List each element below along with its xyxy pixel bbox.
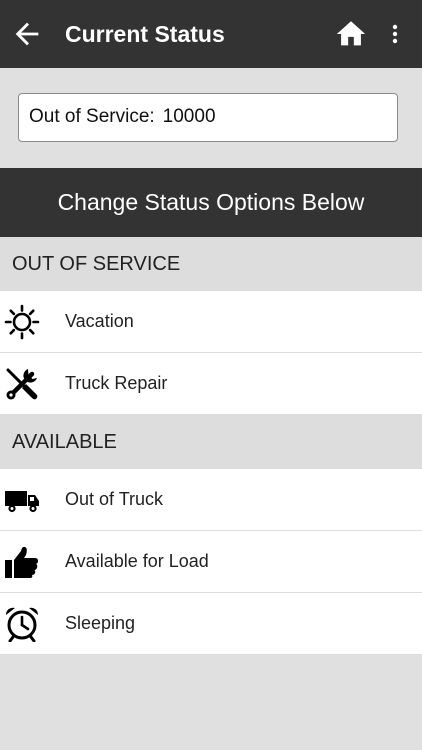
current-status-area: Out of Service: 10000 bbox=[0, 68, 422, 168]
alarm-clock-icon bbox=[5, 607, 39, 642]
status-option-sleeping[interactable]: Sleeping bbox=[0, 593, 422, 655]
status-option-label: Available for Load bbox=[65, 551, 209, 571]
current-status-label: Out of Service: bbox=[29, 106, 155, 127]
current-status-value: 10000 bbox=[162, 106, 216, 127]
home-icon[interactable] bbox=[333, 17, 369, 51]
status-option-label: Truck Repair bbox=[65, 373, 168, 393]
section-header-out-of-service: OUT OF SERVICE bbox=[0, 237, 422, 291]
thumbs-up-icon bbox=[5, 546, 38, 578]
wrench-screwdriver-icon bbox=[6, 368, 38, 400]
status-option-available-for-load[interactable]: Available for Load bbox=[0, 531, 422, 593]
status-option-truck-repair[interactable]: Truck Repair bbox=[0, 353, 422, 415]
change-status-banner: Change Status Options Below bbox=[0, 168, 422, 237]
back-arrow-icon[interactable] bbox=[10, 17, 44, 51]
section-header-available: AVAILABLE bbox=[0, 415, 422, 469]
status-option-label: Sleeping bbox=[65, 613, 136, 633]
sun-icon bbox=[4, 304, 40, 340]
page-title: Current Status bbox=[65, 21, 225, 47]
more-vert-icon[interactable] bbox=[383, 17, 407, 51]
status-option-label: Out of Truck bbox=[65, 489, 164, 509]
current-status-field: Out of Service: 10000 bbox=[18, 93, 398, 142]
status-option-vacation[interactable]: Vacation bbox=[0, 291, 422, 353]
status-option-out-of-truck[interactable]: Out of Truck bbox=[0, 469, 422, 531]
truck-icon bbox=[5, 491, 39, 513]
status-option-label: Vacation bbox=[65, 311, 134, 331]
app-bar: Current Status bbox=[0, 0, 422, 68]
